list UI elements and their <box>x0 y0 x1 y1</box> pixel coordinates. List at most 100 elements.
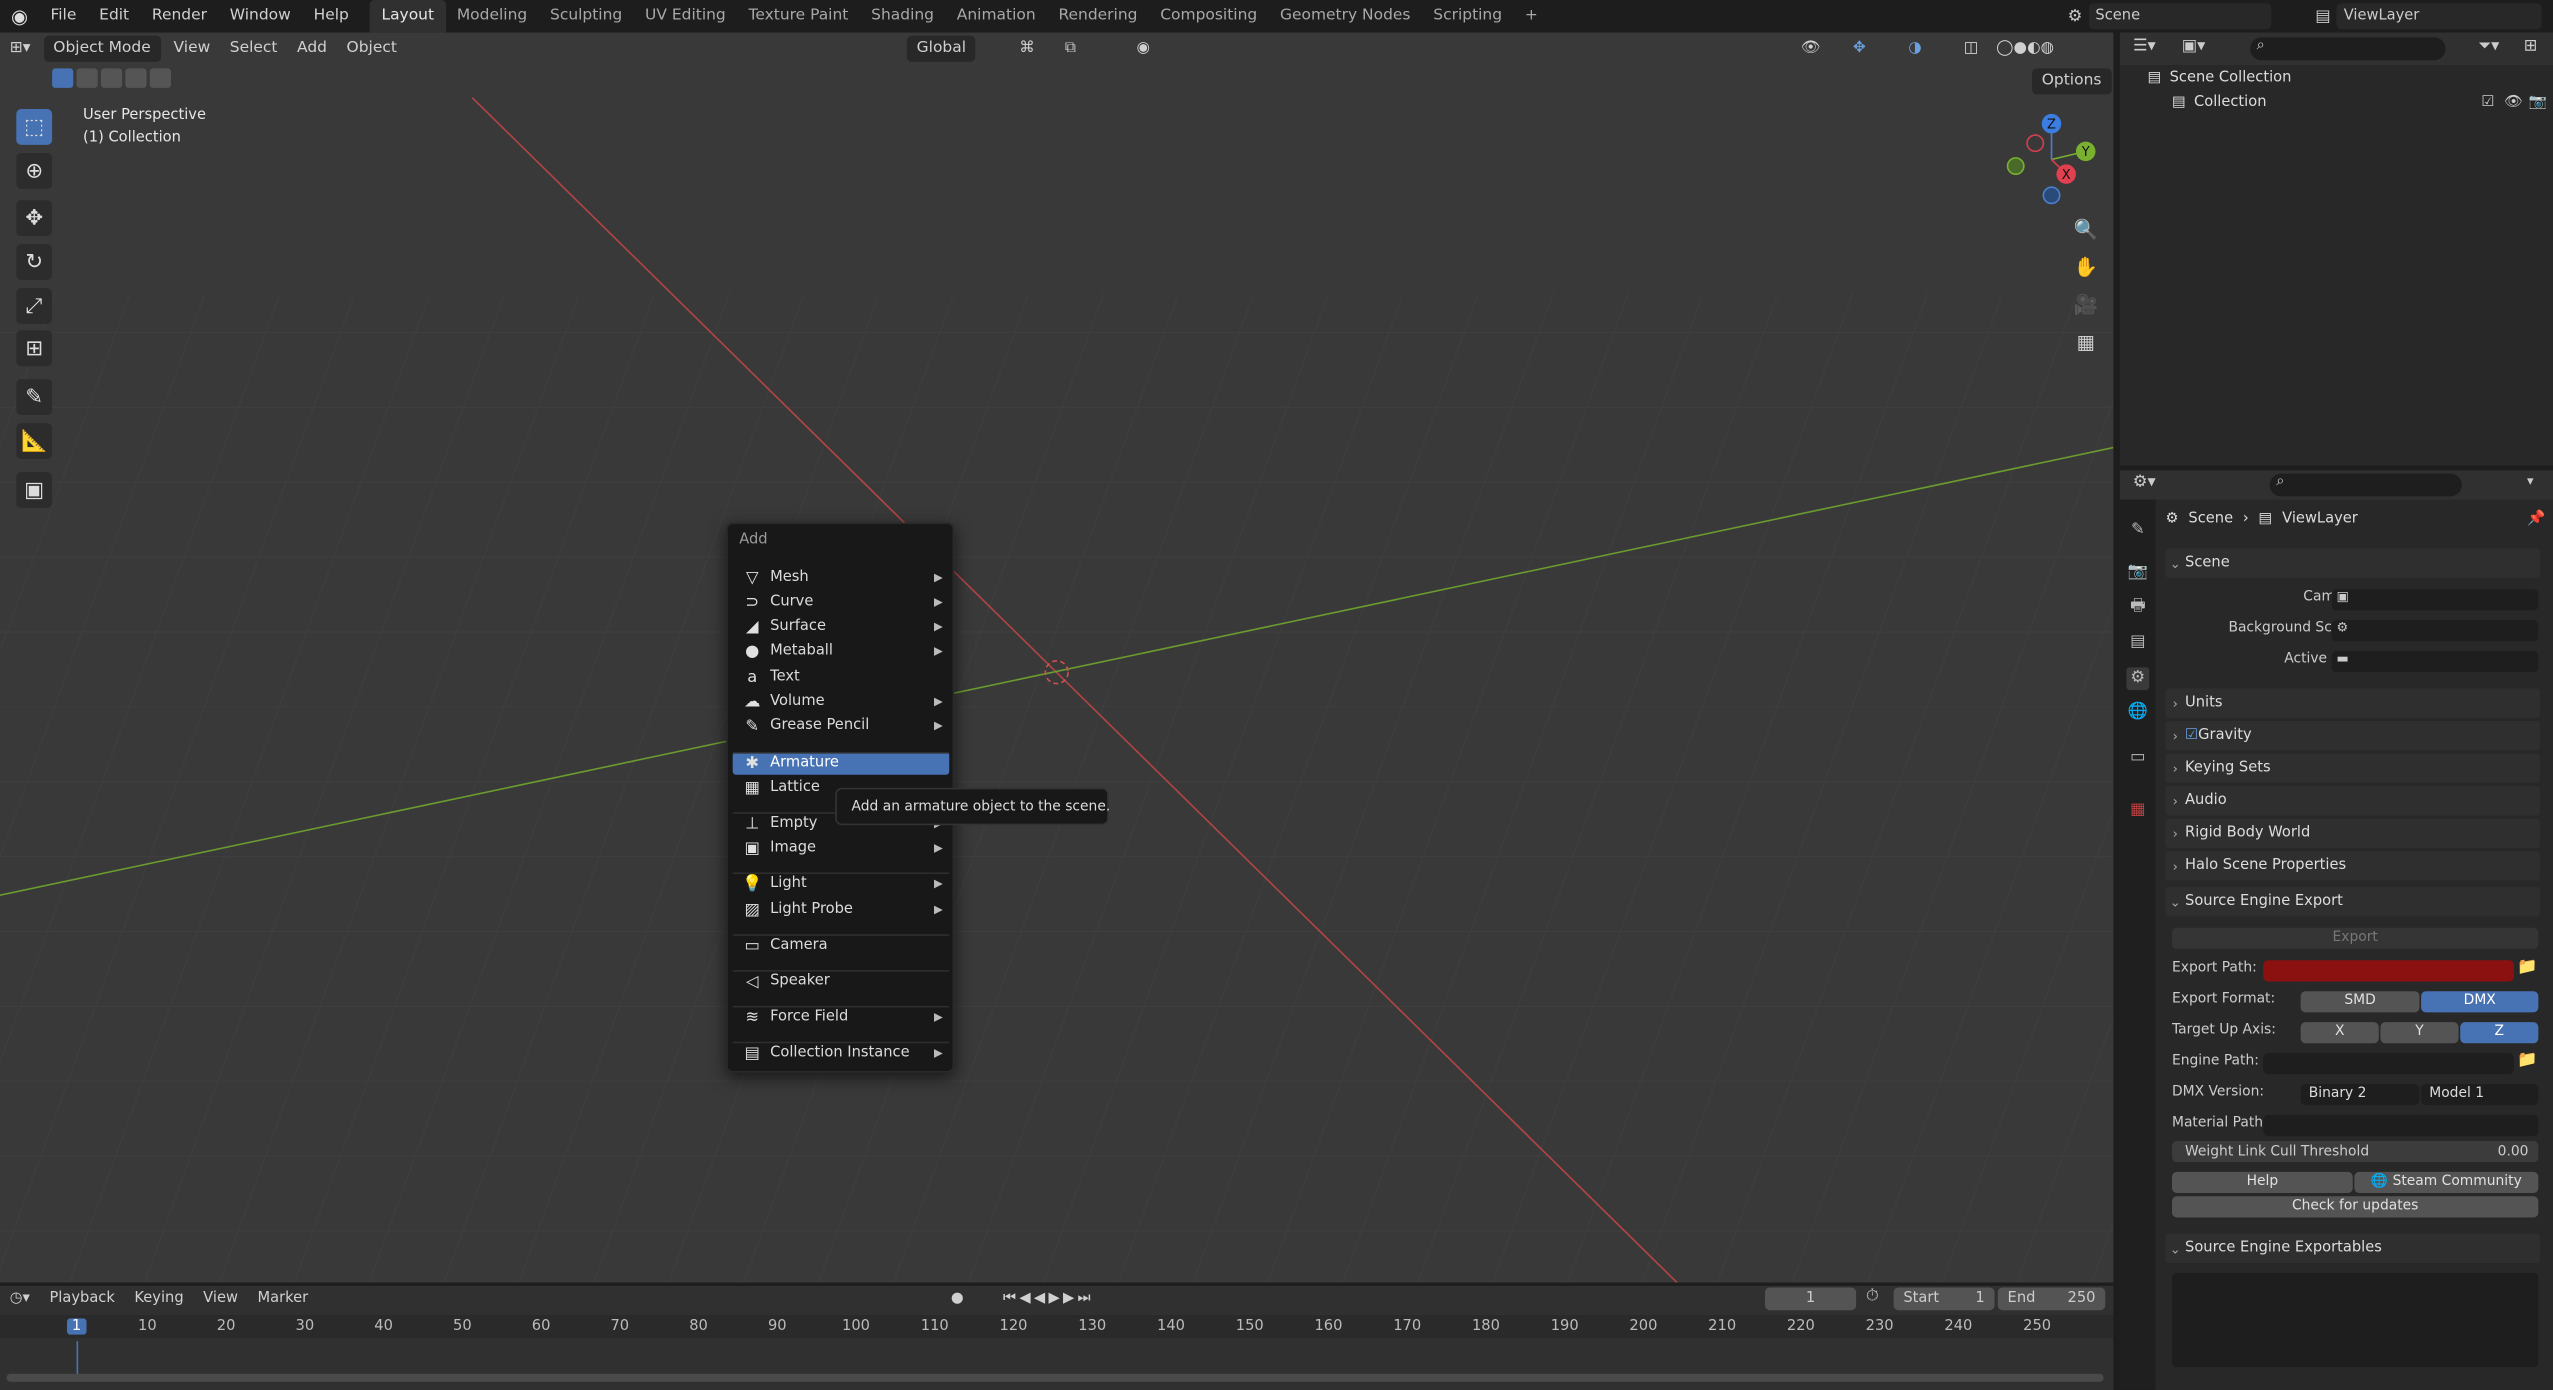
properties-editor[interactable]: ⚙▾ ⌕ ▾ ✎ 📷 🖶 ▤ ⚙ 🌐 ▭ ▦ ⚙ Scene › ▤ ViewLay… <box>2119 470 2553 1390</box>
menu-item-collection-instance[interactable]: ▤ Collection Instance ▶ <box>733 1042 950 1065</box>
timeline-menu-keying[interactable]: Keying <box>125 1286 194 1312</box>
scene-tab-icon[interactable]: ⚙ <box>2126 667 2150 691</box>
menu-item-force-field[interactable]: ≋ Force Field ▶ <box>733 1006 950 1029</box>
folder-icon[interactable]: 📁 <box>2517 959 2537 977</box>
tab-rendering[interactable]: Rendering <box>1047 0 1149 33</box>
record-icon[interactable]: ● <box>941 1286 973 1312</box>
exportables-panel-header[interactable]: ⌄ Source Engine Exportables <box>2165 1233 2540 1264</box>
orientation-dropdown[interactable]: Global <box>906 35 976 62</box>
menu-item-surface[interactable]: ◢ Surface ▶ <box>733 615 950 638</box>
folder-icon[interactable]: 📁 <box>2517 1051 2537 1069</box>
material-path-field[interactable] <box>2263 1114 2539 1137</box>
output-tab-icon[interactable]: 🖶 <box>2126 596 2149 619</box>
outliner[interactable]: ☰▾ ▣▾ ⌕ ⏷▾ ⊞ ▤ Scene Collection ▤ Collecti… <box>2119 32 2553 466</box>
outliner-search-input[interactable]: ⌕ <box>2250 37 2446 61</box>
menu-item-volume[interactable]: ☁ Volume ▶ <box>733 690 950 713</box>
editor-type-icon[interactable]: ☰▾ <box>2133 37 2156 55</box>
menu-item-camera[interactable]: ▭ Camera <box>733 934 950 957</box>
pivot-icon[interactable]: ⌘ <box>1009 36 1044 62</box>
collection-tab-icon[interactable]: ▭ <box>2126 747 2149 770</box>
transform-tool[interactable]: ⊞ <box>16 330 53 367</box>
panel-halo-scene-properties[interactable]: › Halo Scene Properties <box>2165 851 2540 881</box>
viewport-menu-view[interactable]: View <box>164 36 220 62</box>
gizmo-toggle-icon[interactable]: ✥ <box>1843 36 1876 62</box>
camera-field[interactable]: ▣ <box>2331 589 2539 611</box>
menu-item-armature[interactable]: ✱ Armature <box>732 751 950 775</box>
playback-controls[interactable]: ⏮◀◀▶▶⏭ <box>993 1286 1104 1312</box>
menu-item-image[interactable]: ▣ Image ▶ <box>733 837 950 860</box>
snap-icon[interactable]: ⧉ <box>1055 36 1086 62</box>
menu-item-curve[interactable]: ⊃ Curve ▶ <box>733 591 950 614</box>
start-frame-field[interactable]: Start 1 <box>1893 1287 1995 1311</box>
view-layer-name[interactable]: ViewLayer <box>2337 3 2543 30</box>
tab-compositing[interactable]: Compositing <box>1149 0 1269 33</box>
help-button[interactable]: Help <box>2172 1171 2353 1194</box>
active-clip-field[interactable]: ▬ <box>2331 651 2539 673</box>
mode-dropdown[interactable]: Object Mode <box>43 35 161 62</box>
menu-item-speaker[interactable]: ◁ Speaker <box>733 970 950 993</box>
measure-tool[interactable]: 📐 <box>16 423 53 459</box>
world-tab-icon[interactable]: 🌐 <box>2126 702 2149 725</box>
add-cube-tool[interactable]: ▣ <box>16 472 53 508</box>
menu-item-grease-pencil[interactable]: ✎ Grease Pencil ▶ <box>733 715 950 738</box>
end-frame-field[interactable]: End 250 <box>1997 1287 2106 1311</box>
source-export-panel-header[interactable]: ⌄ Source Engine Export <box>2165 887 2540 917</box>
tab-scripting[interactable]: Scripting <box>1422 0 1514 33</box>
collection-row[interactable]: ▤ Collection <box>2172 94 2267 110</box>
pan-hand-icon[interactable]: ✋ <box>2068 249 2104 285</box>
move-tool[interactable]: ✥ <box>16 200 53 237</box>
eye-icon[interactable]: 👁 <box>2504 94 2523 110</box>
timeline-menu-view[interactable]: View <box>193 1286 247 1312</box>
timeline-scrollbar[interactable] <box>6 1373 2104 1382</box>
pin-icon[interactable]: 📌 <box>2527 511 2545 527</box>
export-path-field[interactable] <box>2263 960 2514 982</box>
scene-collection-row[interactable]: ▤ Scene Collection <box>2148 70 2292 86</box>
menu-item-light[interactable]: 💡 Light ▶ <box>733 872 950 895</box>
axis-y-button[interactable]: Y <box>2380 1022 2459 1044</box>
panel-keying-sets[interactable]: › Keying Sets <box>2165 753 2540 783</box>
tab-layout[interactable]: Layout <box>370 0 446 33</box>
stopwatch-icon[interactable]: ⏱ <box>1866 1287 1879 1305</box>
proportional-edit-icon[interactable]: ◉ <box>1127 36 1160 62</box>
dmx-binary-dropdown[interactable]: Binary 2 <box>2300 1084 2420 1106</box>
properties-search-input[interactable]: ⌕ <box>2269 473 2462 497</box>
dmx-model-dropdown[interactable]: Model 1 <box>2421 1084 2539 1106</box>
background-scene-field[interactable]: ⚙ <box>2331 620 2539 642</box>
ortho-grid-icon[interactable]: ▦ <box>2068 324 2104 360</box>
display-mode-icon[interactable]: ▣▾ <box>2182 37 2206 55</box>
viewport-menu-select[interactable]: Select <box>220 36 287 62</box>
new-collection-icon[interactable]: ⊞ <box>2524 37 2538 55</box>
panel-units[interactable]: › Units <box>2165 688 2540 718</box>
menu-item-light-probe[interactable]: ▨ Light Probe ▶ <box>733 898 950 921</box>
view-layer-tab-icon[interactable]: ▤ <box>2126 632 2149 655</box>
visibility-icon[interactable]: 👁 <box>1791 36 1830 62</box>
xray-icon[interactable]: ◫ <box>1954 36 1988 62</box>
options-dropdown[interactable]: Options <box>2031 68 2112 95</box>
rotate-tool[interactable]: ↻ <box>16 244 53 280</box>
menu-help[interactable]: Help <box>302 0 360 33</box>
chevron-down-icon[interactable]: ▾ <box>2527 474 2534 489</box>
format-smd-button[interactable]: SMD <box>2300 991 2420 1013</box>
add-workspace-button[interactable]: + <box>1513 0 1549 33</box>
blender-logo-icon[interactable]: ◉ <box>0 5 39 28</box>
overlay-toggle-icon[interactable]: ◑ <box>1898 36 1931 62</box>
menu-edit[interactable]: Edit <box>88 0 141 33</box>
exportables-list[interactable] <box>2172 1272 2539 1368</box>
select-box-tool[interactable]: ⬚ <box>16 109 53 145</box>
axis-x-button[interactable]: X <box>2300 1022 2379 1044</box>
menu-item-metaball[interactable]: ● Metaball ▶ <box>733 640 950 663</box>
tool-tab-icon[interactable]: ✎ <box>2126 519 2149 542</box>
scene-name[interactable]: Scene <box>2088 3 2272 30</box>
format-dmx-button[interactable]: DMX <box>2421 991 2539 1013</box>
annotate-tool[interactable]: ✎ <box>16 379 53 416</box>
scene-selector[interactable]: ⚙ Scene <box>2068 3 2272 30</box>
viewport-menu-add[interactable]: Add <box>287 36 337 62</box>
editor-type-icon[interactable]: ◷▾ <box>0 1286 40 1312</box>
scene-panel-header[interactable]: ⌄ Scene <box>2165 548 2540 578</box>
exclude-checkbox[interactable]: ☑ <box>2481 94 2494 110</box>
camera-view-icon[interactable]: 🎥 <box>2068 286 2104 322</box>
gravity-checkbox[interactable]: ☑ <box>2185 728 2198 744</box>
cursor-tool[interactable]: ⊕ <box>16 152 53 189</box>
current-frame-field[interactable]: 1 <box>1764 1287 1857 1311</box>
tab-texture-paint[interactable]: Texture Paint <box>737 0 860 33</box>
